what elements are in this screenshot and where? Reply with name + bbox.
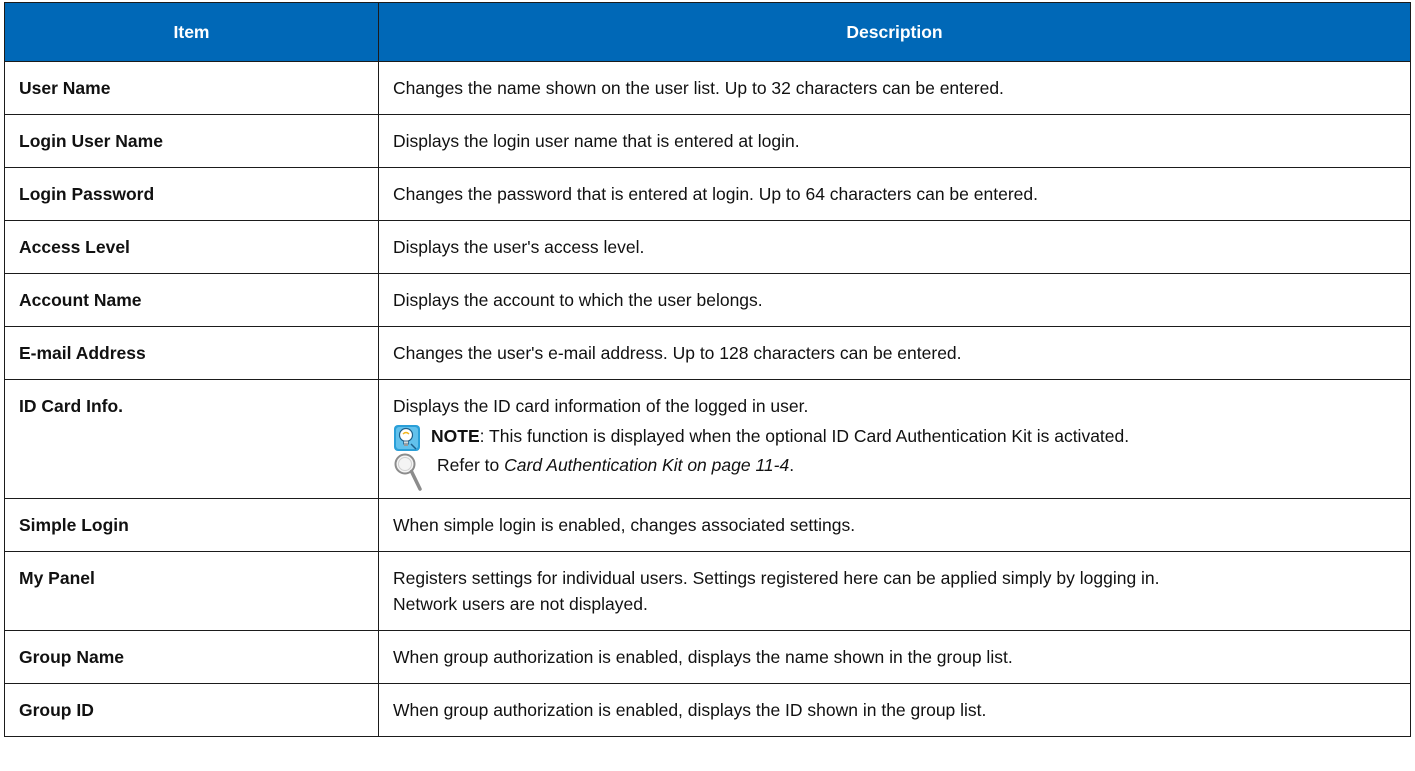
item-cell: Login User Name [4,114,379,168]
description-cell: Displays the ID card information of the … [378,379,1411,499]
settings-table: Item Description User Name Changes the n… [4,2,1411,737]
reference-text: Refer to Card Authentication Kit on page… [433,452,794,478]
description-cell: Displays the account to which the user b… [378,273,1411,327]
reference-block: Refer to Card Authentication Kit on page… [393,452,1396,494]
item-cell: Group Name [4,630,379,684]
table-row: Login User Name Displays the login user … [4,114,1411,168]
table-row: Login Password Changes the password that… [4,167,1411,221]
table-header-row: Item Description [4,2,1411,62]
table-row: ID Card Info. Displays the ID card infor… [4,379,1411,499]
description-cell: When simple login is enabled, changes as… [378,498,1411,552]
item-cell: Simple Login [4,498,379,552]
table-row: Access Level Displays the user's access … [4,220,1411,274]
description-cell: Changes the name shown on the user list.… [378,61,1411,115]
column-header-item: Item [4,2,379,62]
reference-link[interactable]: Card Authentication Kit on page 11-4 [504,455,789,475]
note-body: : This function is displayed when the op… [479,426,1130,446]
table-row: User Name Changes the name shown on the … [4,61,1411,115]
description-cell: Displays the user's access level. [378,220,1411,274]
item-cell: Group ID [4,683,379,737]
magnifier-icon [394,453,422,491]
description-cell: Changes the password that is entered at … [378,167,1411,221]
description-cell: Changes the user's e-mail address. Up to… [378,326,1411,380]
reference-suffix: . [789,455,795,475]
item-cell: Login Password [4,167,379,221]
note-lightbulb-icon [394,425,420,451]
note-label: NOTE [431,426,480,446]
column-header-description: Description [378,2,1411,62]
description-cell: When group authorization is enabled, dis… [378,630,1411,684]
note-block: NOTE: This function is displayed when th… [393,423,1396,452]
description-cell: When group authorization is enabled, dis… [378,683,1411,737]
table-row: Simple Login When simple login is enable… [4,498,1411,552]
item-cell: Account Name [4,273,379,327]
description-text: Displays the ID card information of the … [393,396,809,416]
reference-prefix: Refer to [437,455,505,475]
table-row: Group Name When group authorization is e… [4,630,1411,684]
item-cell: User Name [4,61,379,115]
table-row: Group ID When group authorization is ena… [4,683,1411,737]
description-cell: Displays the login user name that is ent… [378,114,1411,168]
description-cell: Registers settings for individual users.… [378,551,1411,631]
item-cell: E-mail Address [4,326,379,380]
item-cell: ID Card Info. [4,379,379,499]
note-text: NOTE: This function is displayed when th… [431,423,1129,449]
table-row: My Panel Registers settings for individu… [4,551,1411,631]
table-row: Account Name Displays the account to whi… [4,273,1411,327]
item-cell: Access Level [4,220,379,274]
item-cell: My Panel [4,551,379,631]
table-row: E-mail Address Changes the user's e-mail… [4,326,1411,380]
